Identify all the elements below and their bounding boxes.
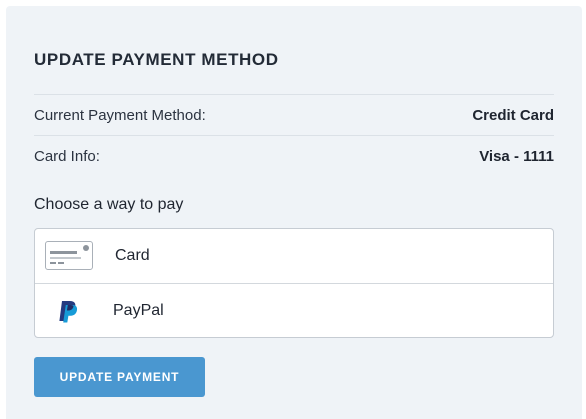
payment-options: Card PayPal <box>34 228 554 338</box>
paypal-icon <box>57 300 79 324</box>
paypal-option[interactable]: PayPal <box>35 284 553 338</box>
card-info-row: Card Info: Visa - 1111 <box>34 135 554 176</box>
page-title: UPDATE PAYMENT METHOD <box>34 50 279 69</box>
current-method-row: Current Payment Method: Credit Card <box>34 94 554 135</box>
current-method-label: Current Payment Method: <box>34 106 206 124</box>
payment-panel: UPDATE PAYMENT METHOD Current Payment Me… <box>6 6 582 419</box>
card-info-value: Visa - 1111 <box>479 147 554 165</box>
card-option-label: Card <box>115 247 150 264</box>
card-option[interactable]: Card <box>35 229 553 284</box>
current-method-value: Credit Card <box>472 106 554 124</box>
credit-card-icon <box>45 241 93 270</box>
choose-payment-label: Choose a way to pay <box>34 196 184 213</box>
paypal-option-label: PayPal <box>113 302 164 319</box>
card-info-label: Card Info: <box>34 147 100 165</box>
update-payment-button[interactable]: UPDATE PAYMENT <box>34 357 205 397</box>
